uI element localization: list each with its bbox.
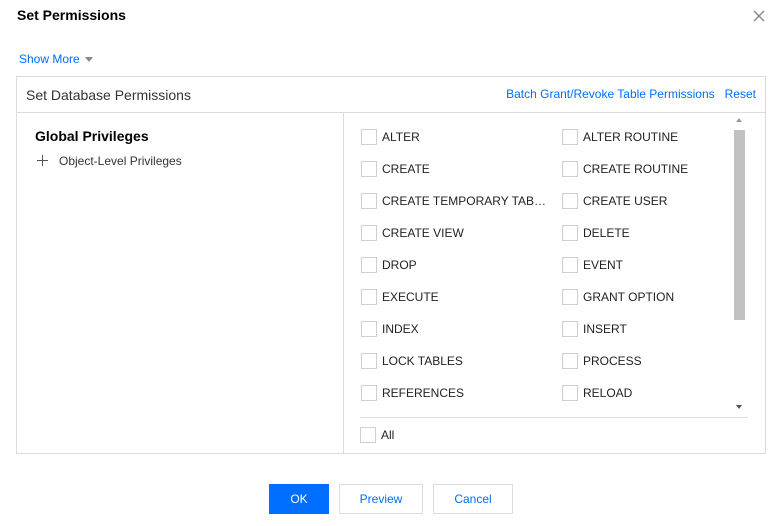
checkbox-box[interactable] bbox=[562, 193, 578, 209]
checkbox-box[interactable] bbox=[361, 161, 377, 177]
permissions-panel: Set Database Permissions Batch Grant/Rev… bbox=[16, 76, 766, 454]
tree-item-label: Object-Level Privileges bbox=[59, 154, 182, 168]
checkbox-label: CREATE TEMPORARY TABLES bbox=[382, 194, 550, 208]
checkbox-box[interactable] bbox=[360, 427, 376, 443]
checkbox-box[interactable] bbox=[562, 129, 578, 145]
batch-grant-revoke-link[interactable]: Batch Grant/Revoke Table Permissions bbox=[506, 87, 715, 101]
preview-button[interactable]: Preview bbox=[339, 484, 423, 514]
caret-down-icon bbox=[84, 56, 93, 62]
checkbox-privilege[interactable]: ALTER ROUTINE bbox=[562, 129, 678, 145]
ok-button[interactable]: OK bbox=[269, 484, 329, 514]
divider bbox=[360, 417, 748, 418]
checkbox-privilege[interactable]: CREATE VIEW bbox=[361, 225, 464, 241]
privilege-tree: Global Privileges Object-Level Privilege… bbox=[17, 113, 344, 453]
scroll-down-arrow-icon[interactable] bbox=[736, 405, 742, 409]
checkbox-box[interactable] bbox=[361, 289, 377, 305]
privilege-list-pane: ALTER ALTER ROUTINE CREATE CREATE ROUTINE CR… bbox=[345, 113, 765, 453]
checkbox-box[interactable] bbox=[361, 257, 377, 273]
checkbox-box[interactable] bbox=[562, 289, 578, 305]
checkbox-box[interactable] bbox=[361, 385, 377, 401]
checkbox-privilege[interactable]: ALTER bbox=[361, 129, 420, 145]
checkbox-privilege[interactable]: EVENT bbox=[562, 257, 623, 273]
checkbox-privilege[interactable]: CREATE bbox=[361, 161, 430, 177]
checkbox-privilege[interactable]: INDEX bbox=[361, 321, 419, 337]
checkbox-privilege[interactable]: DELETE bbox=[562, 225, 630, 241]
checkbox-box[interactable] bbox=[361, 225, 377, 241]
dialog-title: Set Permissions bbox=[17, 7, 126, 23]
checkbox-box[interactable] bbox=[361, 193, 377, 209]
scroll-up-arrow-icon[interactable] bbox=[736, 118, 742, 122]
checkbox-privilege[interactable]: EXECUTE bbox=[361, 289, 439, 305]
close-icon[interactable] bbox=[751, 8, 767, 24]
checkbox-box[interactable] bbox=[361, 353, 377, 369]
scroll-thumb[interactable] bbox=[734, 130, 745, 320]
cancel-button[interactable]: Cancel bbox=[433, 484, 513, 514]
tree-item-global-privileges[interactable]: Global Privileges bbox=[35, 128, 149, 144]
checkbox-label: CREATE bbox=[382, 162, 430, 176]
checkbox-label: INSERT bbox=[583, 322, 627, 336]
panel-title: Set Database Permissions bbox=[26, 87, 191, 103]
checkbox-privilege[interactable]: INSERT bbox=[562, 321, 627, 337]
checkbox-privilege[interactable]: REFERENCES bbox=[361, 385, 464, 401]
checkbox-label: RELOAD bbox=[583, 386, 633, 400]
checkbox-label: REFERENCES bbox=[382, 386, 465, 400]
checkbox-label: DROP bbox=[382, 258, 417, 272]
checkbox-box[interactable] bbox=[361, 129, 377, 145]
privilege-list-scrollbar[interactable] bbox=[731, 113, 748, 416]
show-more-toggle[interactable]: Show More bbox=[19, 52, 93, 66]
checkbox-privilege[interactable]: PROCESS bbox=[562, 353, 642, 369]
privilege-checkbox-grid: ALTER ALTER ROUTINE CREATE CREATE ROUTINE CR… bbox=[345, 113, 747, 416]
checkbox-label: ALTER bbox=[382, 130, 420, 144]
checkbox-box[interactable] bbox=[562, 225, 578, 241]
tree-item-object-level-privileges[interactable]: Object-Level Privileges bbox=[37, 154, 182, 168]
checkbox-privilege[interactable]: GRANT OPTION bbox=[562, 289, 674, 305]
checkbox-label: CREATE VIEW bbox=[382, 226, 464, 240]
checkbox-box[interactable] bbox=[562, 161, 578, 177]
plus-icon[interactable] bbox=[37, 155, 49, 167]
checkbox-box[interactable] bbox=[361, 321, 377, 337]
checkbox-privilege[interactable]: CREATE TEMPORARY TABLES bbox=[361, 193, 550, 209]
checkbox-label: INDEX bbox=[382, 322, 419, 336]
reset-link[interactable]: Reset bbox=[725, 87, 756, 101]
checkbox-box[interactable] bbox=[562, 353, 578, 369]
checkbox-privilege[interactable]: CREATE USER bbox=[562, 193, 667, 209]
checkbox-all[interactable]: All bbox=[360, 427, 394, 443]
checkbox-label: CREATE USER bbox=[583, 194, 668, 208]
checkbox-label: GRANT OPTION bbox=[583, 290, 675, 304]
panel-header: Set Database Permissions Batch Grant/Rev… bbox=[17, 77, 765, 113]
checkbox-box[interactable] bbox=[562, 257, 578, 273]
checkbox-label: EXECUTE bbox=[382, 290, 439, 304]
checkbox-label: PROCESS bbox=[583, 354, 642, 368]
checkbox-label: CREATE ROUTINE bbox=[583, 162, 689, 176]
checkbox-privilege[interactable]: RELOAD bbox=[562, 385, 632, 401]
checkbox-label: ALTER ROUTINE bbox=[583, 130, 679, 144]
checkbox-privilege[interactable]: LOCK TABLES bbox=[361, 353, 463, 369]
checkbox-privilege[interactable]: CREATE ROUTINE bbox=[562, 161, 688, 177]
checkbox-label: DELETE bbox=[583, 226, 630, 240]
checkbox-box[interactable] bbox=[562, 385, 578, 401]
checkbox-label: All bbox=[381, 428, 395, 442]
show-more-label: Show More bbox=[19, 52, 80, 66]
checkbox-box[interactable] bbox=[562, 321, 578, 337]
checkbox-privilege[interactable]: DROP bbox=[361, 257, 417, 273]
checkbox-label: LOCK TABLES bbox=[382, 354, 463, 368]
checkbox-label: EVENT bbox=[583, 258, 624, 272]
